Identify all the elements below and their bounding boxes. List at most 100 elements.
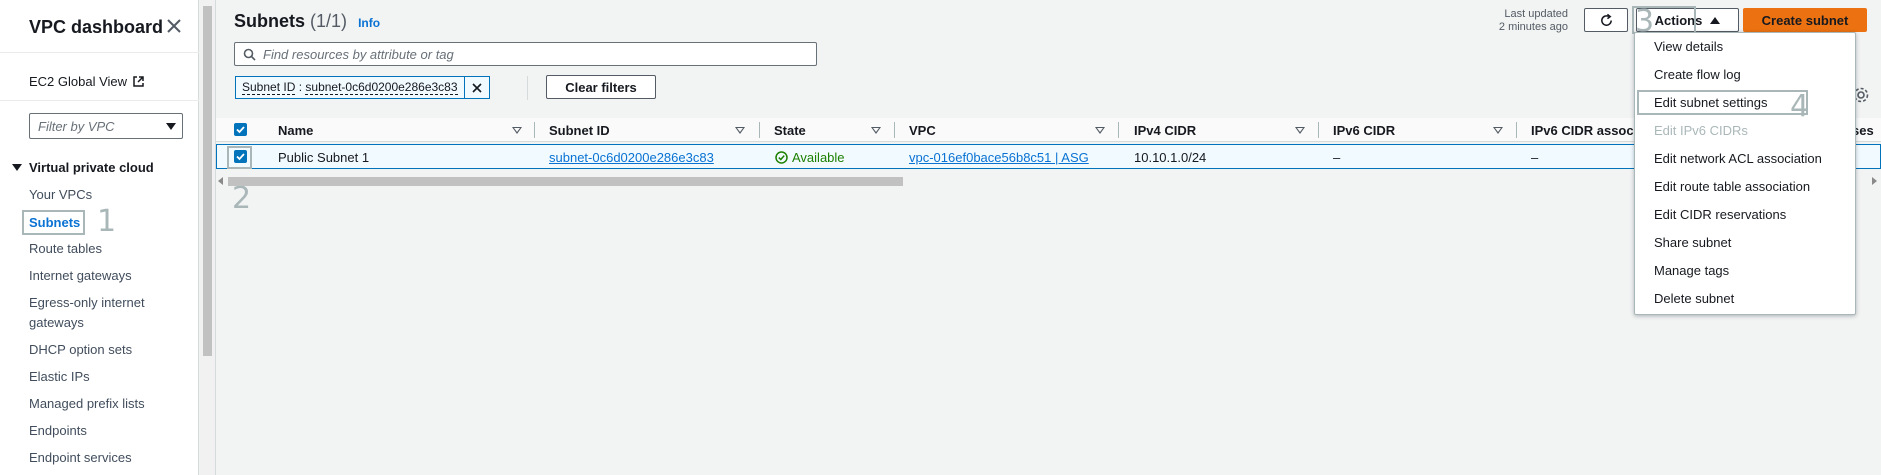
table-horizontal-scrollbar[interactable]	[216, 175, 1881, 187]
filter-token-key: Subnet ID	[242, 80, 296, 95]
filter-by-vpc-placeholder: Filter by VPC	[38, 119, 115, 134]
search-icon	[243, 48, 256, 61]
column-header-ipv6-cidr[interactable]: IPv6 CIDR	[1333, 123, 1395, 138]
column-header-state[interactable]: State	[774, 123, 806, 138]
menu-item-edit-route-table-association[interactable]: Edit route table association	[1654, 179, 1810, 194]
side-navigation: VPC dashboard EC2 Global View Filter by …	[0, 0, 199, 475]
cell-state: Available	[775, 150, 845, 165]
main-content: Subnets (1/1) Info Last updated 2 minute…	[216, 0, 1881, 475]
close-icon[interactable]	[164, 16, 184, 36]
last-updated-time: 2 minutes ago	[1498, 21, 1568, 33]
last-updated: Last updated 2 minutes ago	[1499, 8, 1568, 34]
select-all-checkbox[interactable]	[234, 123, 247, 136]
scroll-right-icon[interactable]	[1872, 177, 1877, 185]
annotation-box-2	[227, 146, 252, 169]
sidebar-item-dhcp-option-sets[interactable]: DHCP option sets	[29, 340, 132, 360]
page-title: Subnets (1/1) Info	[234, 11, 380, 32]
sort-caret-icon[interactable]	[735, 127, 745, 134]
last-updated-label: Last updated	[1504, 8, 1568, 20]
menu-item-share-subnet[interactable]: Share subnet	[1654, 235, 1731, 250]
actions-menu: View details Create flow log Edit subnet…	[1634, 32, 1856, 315]
filter-by-vpc-select[interactable]: Filter by VPC	[29, 113, 183, 139]
clear-filters-button[interactable]: Clear filters	[546, 75, 656, 99]
state-label: Available	[792, 150, 845, 165]
vpc-link[interactable]: vpc-016ef0bace56b8c51 | ASG	[909, 150, 1089, 165]
check-icon	[236, 126, 245, 134]
menu-item-manage-tags[interactable]: Manage tags	[1654, 263, 1729, 278]
sidebar-item-internet-gateways[interactable]: Internet gateways	[29, 266, 132, 286]
column-divider[interactable]	[894, 122, 895, 138]
external-link-icon	[133, 76, 144, 87]
annotation-number-2: 2	[232, 181, 252, 216]
sort-caret-icon[interactable]	[871, 127, 881, 134]
caret-down-icon	[166, 123, 176, 130]
cell-ipv6-cidr: –	[1333, 150, 1341, 165]
ec2-global-view-link[interactable]: EC2 Global View	[29, 74, 145, 89]
column-header-ipv4-cidr[interactable]: IPv4 CIDR	[1134, 123, 1196, 138]
sidebar-item-endpoints[interactable]: Endpoints	[29, 421, 87, 441]
menu-item-create-flow-log[interactable]: Create flow log	[1654, 67, 1741, 82]
divider	[0, 100, 199, 101]
subnet-id-link[interactable]: subnet-0c6d0200e286e3c83	[549, 150, 714, 165]
divider	[0, 52, 199, 53]
annotation-box-4	[1637, 90, 1808, 115]
scroll-left-icon[interactable]	[218, 177, 223, 185]
sort-caret-icon[interactable]	[1295, 127, 1305, 134]
section-virtual-private-cloud[interactable]: Virtual private cloud	[12, 160, 154, 175]
sort-caret-icon[interactable]	[1493, 127, 1503, 134]
scrollbar-thumb[interactable]	[203, 6, 212, 356]
sidebar-item-route-tables[interactable]: Route tables	[29, 239, 102, 259]
column-header-name[interactable]: Name	[278, 123, 313, 138]
page-title-text: Subnets	[234, 11, 306, 31]
menu-item-view-details[interactable]: View details	[1654, 39, 1723, 54]
column-header-vpc[interactable]: VPC	[909, 123, 936, 138]
sort-caret-icon[interactable]	[512, 127, 522, 134]
cell-vpc: vpc-016ef0bace56b8c51 | ASG	[909, 150, 1089, 165]
cell-ipv4-cidr: 10.10.1.0/24	[1134, 150, 1207, 165]
menu-item-edit-network-acl-association[interactable]: Edit network ACL association	[1654, 151, 1822, 166]
annotation-box-1	[22, 210, 85, 235]
sort-caret-icon[interactable]	[1095, 127, 1105, 134]
selection-count: (1/1)	[310, 11, 348, 31]
remove-filter-button[interactable]	[465, 77, 489, 98]
table-header: Name Subnet ID State VPC IPv4 CIDR IPv6 …	[216, 118, 1881, 142]
create-subnet-button[interactable]: Create subnet	[1743, 8, 1867, 32]
menu-item-delete-subnet[interactable]: Delete subnet	[1654, 291, 1734, 306]
column-divider[interactable]	[759, 122, 760, 138]
sidebar-item-elastic-ips[interactable]: Elastic IPs	[29, 367, 90, 387]
refresh-button[interactable]	[1584, 8, 1628, 32]
filter-token-value: subnet-0c6d0200e286e3c83	[305, 80, 458, 95]
sidebar-item-egress-only-internet-gateways[interactable]: Egress-only internet gateways	[29, 293, 179, 333]
filter-token[interactable]: Subnet ID : subnet-0c6d0200e286e3c83	[235, 76, 490, 99]
search-input[interactable]: Find resources by attribute or tag	[234, 42, 817, 66]
section-label: Virtual private cloud	[29, 160, 154, 175]
filter-token-text: Subnet ID : subnet-0c6d0200e286e3c83	[236, 77, 465, 98]
annotation-number-1: 1	[97, 204, 117, 239]
column-header-subnet-id[interactable]: Subnet ID	[549, 123, 610, 138]
cell-subnet-id: subnet-0c6d0200e286e3c83	[549, 150, 714, 165]
table-row[interactable]: Public Subnet 1 subnet-0c6d0200e286e3c83…	[216, 144, 1881, 169]
caret-up-icon	[1710, 16, 1721, 24]
caret-down-icon	[12, 164, 22, 171]
column-divider[interactable]	[534, 122, 535, 138]
column-divider[interactable]	[1118, 122, 1119, 138]
ec2-global-view-label: EC2 Global View	[29, 74, 128, 89]
sidebar-scrollbar[interactable]	[200, 0, 216, 475]
info-link[interactable]: Info	[358, 16, 380, 30]
filter-token-separator: :	[295, 80, 306, 94]
scrollbar-thumb[interactable]	[228, 177, 903, 186]
column-divider[interactable]	[1516, 122, 1517, 138]
status-check-icon	[775, 151, 788, 164]
refresh-icon	[1600, 13, 1612, 26]
column-divider[interactable]	[1318, 122, 1319, 138]
divider	[527, 76, 528, 100]
sidebar-item-managed-prefix-lists[interactable]: Managed prefix lists	[29, 394, 145, 414]
sidebar-title[interactable]: VPC dashboard	[29, 17, 163, 38]
search-placeholder: Find resources by attribute or tag	[263, 47, 454, 62]
sidebar-item-your-vpcs[interactable]: Your VPCs	[29, 185, 92, 205]
sidebar-item-endpoint-services[interactable]: Endpoint services	[29, 448, 132, 468]
cell-name: Public Subnet 1	[278, 150, 370, 165]
column-header-ipv6-cidr-association[interactable]: IPv6 CIDR associa	[1531, 123, 1644, 138]
cell-ipv6-cidr-association: –	[1531, 150, 1539, 165]
menu-item-edit-cidr-reservations[interactable]: Edit CIDR reservations	[1654, 207, 1786, 222]
